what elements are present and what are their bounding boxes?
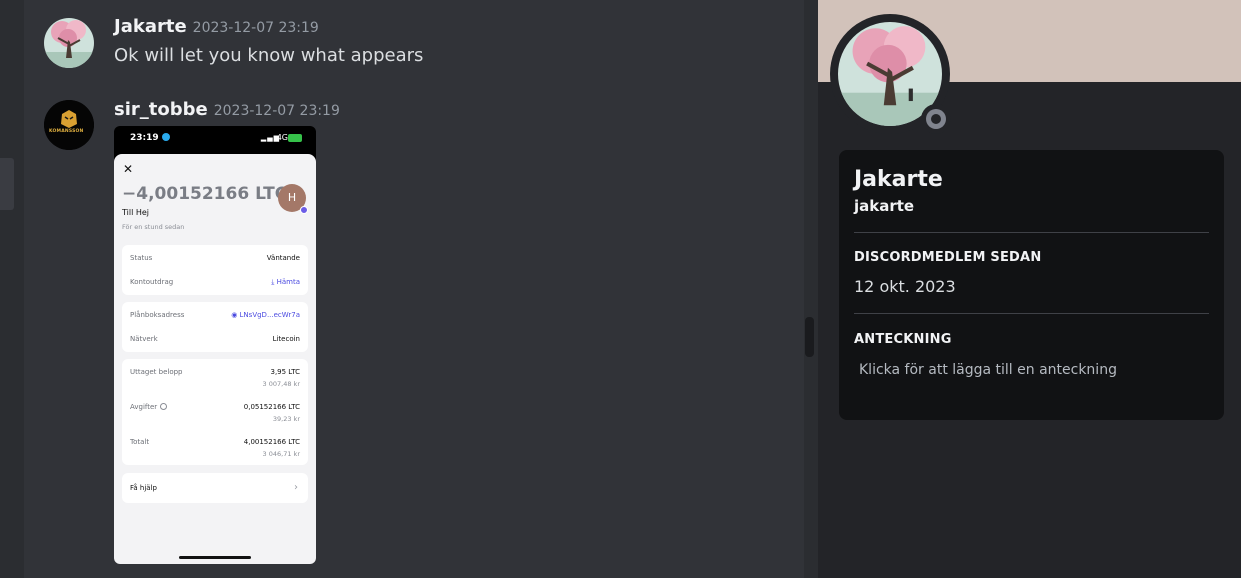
status-offline-icon (921, 104, 951, 134)
transaction-amount: −4,00152166 LTC (122, 184, 288, 204)
total-fiat: 3 046,71 kr (262, 450, 300, 458)
address-value: ◉ LNsVgD...ecWr7a (231, 311, 300, 319)
gutter-scroll-handle[interactable] (0, 158, 14, 210)
avatar-sir-tobbe[interactable]: KOMANSSON (44, 100, 94, 150)
status-label: Status (130, 254, 153, 262)
message-author[interactable]: sir_tobbe (114, 99, 208, 120)
network-label: Nätverk (130, 335, 158, 343)
withdrawn-label: Uttaget belopp (130, 368, 183, 376)
transaction-sheet: ✕ −4,00152166 LTC Till Hej För en stund … (114, 154, 316, 564)
home-indicator (179, 556, 251, 559)
divider (854, 313, 1209, 314)
withdrawn-value: 3,95 LTC (270, 368, 300, 376)
member-since-heading: DISCORDMEDLEM SEDAN (854, 250, 1042, 265)
chevron-right-icon: › (294, 482, 298, 493)
close-icon: ✕ (123, 162, 134, 176)
message-timestamp: 2023-12-07 23:19 (192, 20, 319, 36)
note-input[interactable]: Klicka för att lägga till en anteckning (859, 362, 1117, 378)
phone-status-bar: 23:19 ▂▄▆ 4G (114, 126, 316, 152)
member-since-value: 12 okt. 2023 (854, 277, 956, 296)
total-label: Totalt (130, 438, 150, 446)
battery-icon (288, 134, 302, 142)
statement-label: Kontoutdrag (130, 278, 174, 286)
transaction-time: För en stund sedan (122, 223, 185, 231)
phone-time: 23:19 (130, 133, 170, 143)
status-card: Status Väntande Kontoutdrag ⤓ Hämta (122, 245, 308, 295)
avatar-jakarte[interactable] (44, 18, 94, 68)
tiger-logo-icon (44, 100, 94, 150)
telegram-icon (161, 133, 170, 141)
cherry-tree-icon (44, 18, 94, 68)
chat-scrollbar-thumb[interactable] (805, 317, 814, 357)
total-value: 4,00152166 LTC (243, 438, 300, 446)
badge-icon (300, 206, 308, 214)
left-gutter (0, 0, 24, 578)
divider (854, 232, 1209, 233)
statement-download: ⤓ Hämta (271, 278, 300, 286)
chat-scrollbar[interactable] (804, 0, 818, 578)
network-value: Litecoin (272, 335, 300, 343)
discord-window: Jakarte 2023-12-07 23:19 Ok will let you … (0, 0, 1241, 578)
withdrawn-fiat: 3 007,48 kr (262, 380, 300, 388)
network-type: 4G (276, 133, 288, 142)
transaction-recipient: Till Hej (122, 208, 150, 217)
info-icon (160, 403, 168, 410)
note-heading: ANTECKNING (854, 332, 952, 347)
address-card: Plånboksadress ◉ LNsVgD...ecWr7a Nätverk L… (122, 302, 308, 352)
profile-display-name: Jakarte (854, 167, 943, 192)
profile-card: Jakarte jakarte DISCORDMEDLEM SEDAN 12 o… (839, 150, 1224, 420)
help-card: Få hjälp › (122, 473, 308, 503)
fees-fiat: 39,23 kr (272, 415, 300, 423)
avatar-logo-text: KOMANSSON (49, 129, 84, 134)
fees-label: Avgifter (130, 403, 158, 411)
profile-username: jakarte (854, 197, 915, 215)
help-label: Få hjälp (130, 484, 157, 492)
message-timestamp: 2023-12-07 23:19 (213, 103, 340, 119)
profile-panel: Jakarte jakarte DISCORDMEDLEM SEDAN 12 o… (818, 0, 1241, 578)
fees-value: 0,05152166 LTC (243, 403, 300, 411)
message-text: Ok will let you know what appears (114, 45, 424, 66)
image-attachment[interactable]: 23:19 ▂▄▆ 4G ✕ −4,00152166 LTC Till Hej … (114, 126, 316, 564)
message-author[interactable]: Jakarte (114, 16, 187, 37)
profile-avatar-ring (830, 14, 951, 134)
chat-area: Jakarte 2023-12-07 23:19 Ok will let you … (24, 0, 804, 578)
status-value: Väntande (266, 254, 300, 262)
amounts-card: Uttaget belopp 3,95 LTC 3 007,48 kr Avgift… (122, 359, 308, 465)
address-label: Plånboksadress (130, 311, 185, 319)
